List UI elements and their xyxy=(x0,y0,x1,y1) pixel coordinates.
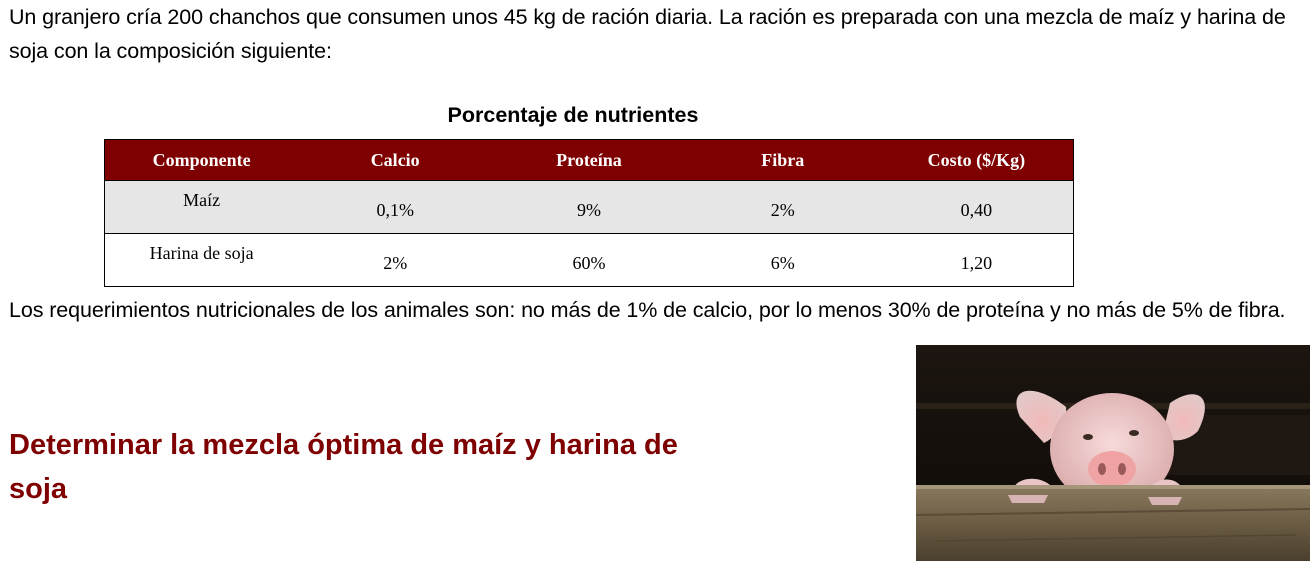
table-cell: 2% xyxy=(685,180,880,234)
table-cell: 0,40 xyxy=(879,180,1074,234)
task-title: Determinar la mezcla óptima de maíz y ha… xyxy=(9,429,678,505)
table-cell: Harina de soja xyxy=(104,233,299,287)
header-cell: Calcio xyxy=(298,139,493,181)
table-cell: 9% xyxy=(492,180,686,234)
nutrients-table: Componente Calcio Proteína Fibra Costo (… xyxy=(104,139,1074,287)
table-cell: Maíz xyxy=(104,180,299,234)
table-row: Harina de soja 2% 60% 6% 1,20 xyxy=(104,233,1074,287)
table-cell: 6% xyxy=(685,233,880,287)
intro-paragraph: Un granjero cría 200 chanchos que consum… xyxy=(9,5,1286,63)
table-header-row: Componente Calcio Proteína Fibra Costo (… xyxy=(104,139,1074,181)
pig-illustration xyxy=(916,345,1310,561)
table-cell: 60% xyxy=(492,233,686,287)
table-row: Maíz 0,1% 9% 2% 0,40 xyxy=(104,180,1074,234)
requirements-paragraph: Los requerimientos nutricionales de los … xyxy=(9,298,1286,322)
header-cell: Componente xyxy=(104,139,299,181)
header-cell: Fibra xyxy=(685,139,880,181)
header-cell: Proteína xyxy=(492,139,686,181)
header-cell: Costo ($/Kg) xyxy=(879,139,1074,181)
table-cell: 1,20 xyxy=(879,233,1074,287)
pig-photo xyxy=(916,345,1310,561)
table-caption: Porcentaje de nutrientes xyxy=(447,103,699,127)
table-cell: 2% xyxy=(298,233,493,287)
table-cell: 0,1% xyxy=(298,180,493,234)
